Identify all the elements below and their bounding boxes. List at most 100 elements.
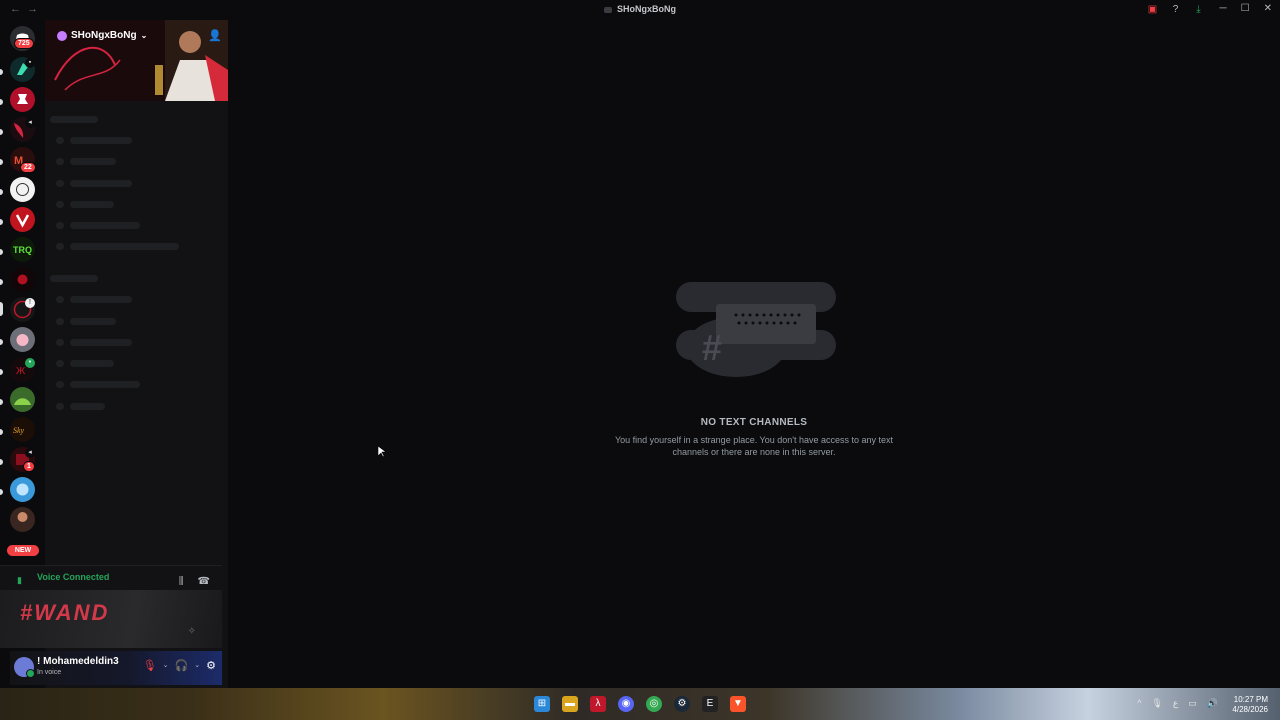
category-placeholder xyxy=(50,275,98,282)
brave-icon[interactable]: ▼ xyxy=(730,696,746,712)
empty-state-description: You find yourself in a strange place. Yo… xyxy=(614,435,894,457)
noise-suppression-icon[interactable]: ⫼ xyxy=(179,576,184,587)
minimize-button[interactable]: ─ xyxy=(1220,3,1227,14)
unread-pill xyxy=(0,399,3,405)
sparkle-icon[interactable]: ✧ xyxy=(188,626,196,637)
title-bar: ←→ SHoNgxBoNg ▣ ? ⤓ ─ ☐ ✕ xyxy=(0,0,1280,20)
voice-tools: ⫼ ☎ xyxy=(179,576,210,587)
unread-pill xyxy=(0,249,3,255)
server-icon-9[interactable] xyxy=(10,327,35,352)
chrome-icon[interactable]: ◎ xyxy=(646,696,662,712)
category-placeholder xyxy=(50,116,98,123)
boost-icon xyxy=(57,30,67,41)
home-unread-badge: 725 xyxy=(14,38,34,49)
taskbar-clock[interactable]: 10:27 PM 4/28/2026 xyxy=(1232,695,1268,715)
voice-status[interactable]: Voice Connected xyxy=(37,572,109,582)
channel-placeholder-icon xyxy=(56,339,64,346)
channel-placeholder xyxy=(70,243,179,250)
app-icon[interactable]: λ xyxy=(590,696,606,712)
invite-people-icon[interactable]: 👤 xyxy=(208,29,222,42)
file-explorer-icon[interactable]: ▬ xyxy=(562,696,578,712)
disconnect-icon[interactable]: ☎ xyxy=(198,576,210,587)
microphone-icon[interactable]: 🎙 xyxy=(1151,698,1162,709)
channel-placeholder-icon xyxy=(56,318,64,325)
channel-placeholder-icon xyxy=(56,381,64,388)
empty-state-title: NO TEXT CHANNELS xyxy=(700,417,808,428)
volume-icon[interactable]: 🔊 xyxy=(1207,698,1218,709)
steam-icon[interactable]: ⚙ xyxy=(674,696,690,712)
server-icon-12[interactable]: Sky xyxy=(10,417,35,442)
server-icon-7[interactable]: TRQ xyxy=(10,237,35,262)
voice-activity-banner[interactable]: #WAND ✧ xyxy=(0,590,222,648)
unread-pill xyxy=(0,219,3,225)
signal-strength-icon[interactable]: ▮ xyxy=(17,575,22,586)
taskbar-apps: ⊞ ▬ λ ◉ ◎ ⚙ E ▼ xyxy=(534,696,746,712)
voice-icon: ▪ xyxy=(25,58,35,68)
user-controls: 🎙 ⌄ 🎧 ⌄ ⚙ xyxy=(143,659,216,673)
server-banner[interactable]: SHoNgxBoNg ⌄ 👤 xyxy=(45,20,228,101)
maximize-button[interactable]: ☐ xyxy=(1241,3,1250,14)
alert-icon: ! xyxy=(25,298,35,308)
download-icon[interactable]: ⤓ xyxy=(1193,4,1204,15)
channel-placeholder xyxy=(70,222,140,229)
svg-text:TRQ: TRQ xyxy=(13,245,32,255)
svg-text:#: # xyxy=(702,327,722,368)
channel-placeholder-icon xyxy=(56,158,64,165)
screen-share-icon[interactable]: ▣ xyxy=(1147,4,1158,15)
server-icon-15[interactable] xyxy=(10,507,35,532)
mouse-cursor-icon xyxy=(378,446,386,458)
window-title: SHoNgxBoNg xyxy=(0,4,1280,14)
svg-text:Sky: Sky xyxy=(13,426,25,435)
epic-games-icon[interactable]: E xyxy=(702,696,718,712)
unread-pill xyxy=(0,489,3,495)
channel-placeholder xyxy=(70,381,140,388)
user-status: In voice xyxy=(37,669,62,676)
unread-pill xyxy=(0,279,3,285)
channel-placeholder xyxy=(70,403,105,410)
clock-date: 4/28/2026 xyxy=(1232,705,1268,714)
clock-time: 10:27 PM xyxy=(1233,695,1268,704)
mute-mic-icon[interactable]: 🎙 xyxy=(143,659,157,673)
channel-placeholder xyxy=(70,137,132,144)
discord-taskbar-icon[interactable]: ◉ xyxy=(618,696,634,712)
language-indicator[interactable]: ع xyxy=(1173,698,1178,709)
server-icon-6[interactable] xyxy=(10,207,35,232)
title-tools: ▣ ? ⤓ xyxy=(1147,4,1204,15)
server-icon-14[interactable] xyxy=(10,477,35,502)
system-tray: ^ 🎙 ع ▭ 🔊 xyxy=(1137,698,1218,709)
channel-placeholder xyxy=(70,296,132,303)
channel-placeholder xyxy=(70,158,116,165)
os-taskbar: ⊞ ▬ λ ◉ ◎ ⚙ E ▼ ^ 🎙 ع ▭ 🔊 10:27 PM 4/28/… xyxy=(0,688,1280,720)
server-icon-5[interactable] xyxy=(10,177,35,202)
user-settings-icon[interactable]: ⚙ xyxy=(206,659,216,673)
server-icon-2[interactable] xyxy=(10,87,35,112)
close-button[interactable]: ✕ xyxy=(1264,3,1272,14)
channel-placeholder xyxy=(70,339,132,346)
help-icon[interactable]: ? xyxy=(1170,4,1181,15)
channel-placeholder-icon xyxy=(56,296,64,303)
chevron-down-icon[interactable]: ⌄ xyxy=(163,659,169,673)
user-panel: ! Mohamedeldin3 In voice 🎙 ⌄ 🎧 ⌄ ⚙ xyxy=(10,651,222,685)
windows-start-icon[interactable]: ⊞ xyxy=(534,696,550,712)
unread-pill xyxy=(0,189,3,195)
username[interactable]: ! Mohamedeldin3 xyxy=(37,656,119,667)
speaker-icon: ◂ xyxy=(25,448,35,458)
unread-pill xyxy=(0,339,3,345)
unread-pill xyxy=(0,99,3,105)
display-icon[interactable]: ▭ xyxy=(1188,698,1197,709)
channel-placeholder xyxy=(70,201,114,208)
user-avatar[interactable] xyxy=(14,657,35,678)
deafen-headphones-icon[interactable]: 🎧 xyxy=(175,659,189,673)
speaker-icon: ◂ xyxy=(25,118,35,128)
unread-pill xyxy=(0,129,3,135)
channel-placeholder-icon xyxy=(56,403,64,410)
server-name-header[interactable]: SHoNgxBoNg ⌄ xyxy=(57,30,147,41)
show-hidden-icons-icon[interactable]: ^ xyxy=(1137,698,1141,709)
server-icon-8[interactable] xyxy=(10,267,35,292)
voice-connection-panel: ▮ Voice Connected ⫼ ☎ #WAND ✧ xyxy=(0,565,222,648)
channel-placeholder-icon xyxy=(56,180,64,187)
unread-pill xyxy=(0,69,3,75)
new-unreads-badge[interactable]: NEW xyxy=(7,545,39,556)
server-icon-11[interactable] xyxy=(10,387,35,412)
chevron-down-icon[interactable]: ⌄ xyxy=(194,659,200,673)
